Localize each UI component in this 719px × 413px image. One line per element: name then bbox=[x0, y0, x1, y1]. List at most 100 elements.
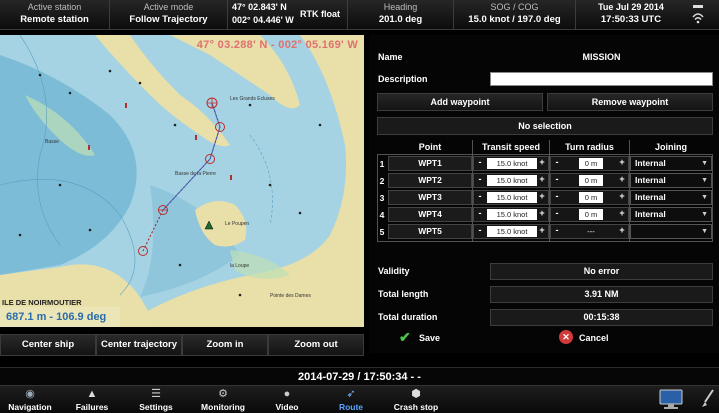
transit-speed-value[interactable]: 15.0 knot bbox=[487, 226, 537, 237]
map-controls: Center ship Center trajectory Zoom in Zo… bbox=[0, 334, 364, 356]
transit-speed-stepper[interactable]: - 15.0 knot + bbox=[473, 156, 549, 171]
waypoint-row[interactable]: 2 WPT2 - 15.0 knot + - 0 m + Internal ▼ bbox=[377, 173, 713, 189]
joining-select[interactable]: Internal ▼ bbox=[630, 190, 712, 205]
decrement-radius-button[interactable]: - bbox=[551, 208, 563, 221]
transit-speed-stepper[interactable]: - 15.0 knot + bbox=[473, 173, 549, 188]
active-mode-label: Active mode bbox=[143, 2, 194, 12]
nav-monitoring[interactable]: ⚙ Monitoring bbox=[192, 386, 254, 413]
status-bar: Active station Remote station Active mod… bbox=[0, 0, 719, 30]
increment-radius-button[interactable]: + bbox=[616, 191, 628, 204]
turn-radius-value[interactable]: 0 m bbox=[579, 158, 603, 169]
increment-speed-button[interactable]: + bbox=[536, 157, 548, 170]
warning-icon: ▲ bbox=[86, 388, 98, 400]
monitor-icon[interactable] bbox=[658, 388, 684, 410]
decrement-radius-button[interactable]: - bbox=[551, 157, 563, 170]
transit-speed-stepper[interactable]: - 15.0 knot + bbox=[473, 224, 549, 239]
nautical-chart[interactable]: Les Grands Ecluses Basse de la Pierre Le… bbox=[0, 35, 364, 327]
center-ship-button[interactable]: Center ship bbox=[0, 334, 96, 356]
joining-select[interactable]: Internal ▼ bbox=[630, 173, 712, 188]
waypoint-index: 2 bbox=[379, 176, 385, 186]
joining-select[interactable]: Internal ▼ bbox=[630, 207, 712, 222]
increment-speed-button[interactable]: + bbox=[536, 174, 548, 187]
validity-value: No error bbox=[490, 263, 713, 280]
route-name-field[interactable]: MISSION bbox=[490, 50, 713, 64]
decrement-radius-button[interactable]: - bbox=[551, 174, 563, 187]
waypoint-row[interactable]: 4 WPT4 - 15.0 knot + - 0 m + Internal ▼ bbox=[377, 207, 713, 223]
nav-video[interactable]: ● Video bbox=[262, 386, 312, 413]
turn-radius-stepper[interactable]: - 0 m + bbox=[550, 173, 629, 188]
total-duration-value: 00:15:38 bbox=[490, 309, 713, 326]
increment-speed-button[interactable]: + bbox=[536, 191, 548, 204]
waypoint-name[interactable]: WPT4 bbox=[388, 207, 472, 222]
nav-navigation[interactable]: ◉ Navigation bbox=[2, 386, 58, 413]
zoom-in-button[interactable]: Zoom in bbox=[182, 334, 268, 356]
joining-select[interactable]: Internal ▼ bbox=[630, 156, 712, 171]
increment-speed-button[interactable]: + bbox=[536, 208, 548, 221]
total-length-value: 3.91 NM bbox=[490, 286, 713, 303]
joining-select[interactable]: ▼ bbox=[630, 224, 712, 239]
turn-radius-value[interactable]: 0 m bbox=[579, 209, 603, 220]
nav-crash-stop[interactable]: ⬢ Crash stop bbox=[386, 386, 446, 413]
active-station-label: Active station bbox=[27, 2, 82, 12]
waypoint-marker-1[interactable] bbox=[206, 97, 218, 109]
transit-speed-value[interactable]: 15.0 knot bbox=[487, 192, 537, 203]
transit-speed-value[interactable]: 15.0 knot bbox=[487, 209, 537, 220]
center-trajectory-button[interactable]: Center trajectory bbox=[96, 334, 182, 356]
waypoint-row[interactable]: 3 WPT3 - 15.0 knot + - 0 m + Internal ▼ bbox=[377, 190, 713, 206]
range-bearing-readout: 687.1 m - 106.9 deg bbox=[6, 311, 107, 323]
decrement-speed-button[interactable]: - bbox=[474, 174, 486, 187]
waypoint-name[interactable]: WPT1 bbox=[388, 156, 472, 171]
waypoint-index: 4 bbox=[379, 210, 385, 220]
close-icon: ✕ bbox=[559, 330, 573, 344]
nav-settings[interactable]: ☰ Settings bbox=[128, 386, 184, 413]
add-waypoint-button[interactable]: Add waypoint bbox=[377, 93, 543, 111]
transit-speed-value[interactable]: 15.0 knot bbox=[487, 175, 537, 186]
increment-radius-button[interactable]: + bbox=[616, 208, 628, 221]
turn-radius-value[interactable]: 0 m bbox=[579, 175, 603, 186]
brush-icon[interactable] bbox=[700, 388, 716, 410]
increment-radius-button[interactable]: + bbox=[616, 225, 628, 238]
decrement-speed-button[interactable]: - bbox=[474, 208, 486, 221]
save-button[interactable]: ✔ Save bbox=[399, 329, 489, 347]
turn-radius-stepper[interactable]: - 0 m + bbox=[550, 190, 629, 205]
transit-speed-value[interactable]: 15.0 knot bbox=[487, 158, 537, 169]
decrement-speed-button[interactable]: - bbox=[474, 157, 486, 170]
waypoint-name[interactable]: WPT2 bbox=[388, 173, 472, 188]
decrement-radius-button[interactable]: - bbox=[551, 191, 563, 204]
joining-value: Internal bbox=[635, 175, 666, 185]
turn-radius-stepper[interactable]: - --- + bbox=[550, 224, 629, 239]
description-label: Description bbox=[378, 74, 428, 84]
decrement-speed-button[interactable]: - bbox=[474, 191, 486, 204]
nav-route[interactable]: ➶ Route bbox=[326, 386, 376, 413]
transit-speed-stepper[interactable]: - 15.0 knot + bbox=[473, 190, 549, 205]
bottom-navigation: ◉ Navigation ▲ Failures ☰ Settings ⚙ Mon… bbox=[0, 385, 719, 413]
turn-radius-stepper[interactable]: - 0 m + bbox=[550, 207, 629, 222]
cancel-button[interactable]: ✕ Cancel bbox=[559, 329, 649, 347]
increment-radius-button[interactable]: + bbox=[616, 174, 628, 187]
transit-speed-stepper[interactable]: - 15.0 knot + bbox=[473, 207, 549, 222]
turn-radius-stepper[interactable]: - 0 m + bbox=[550, 156, 629, 171]
chart-canvas[interactable]: Les Grands Ecluses Basse de la Pierre Le… bbox=[0, 35, 364, 327]
waypoint-name[interactable]: WPT3 bbox=[388, 190, 472, 205]
svg-text:Basse de la Pierre: Basse de la Pierre bbox=[175, 171, 216, 177]
increment-speed-button[interactable]: + bbox=[536, 225, 548, 238]
monitoring-icon: ⚙ bbox=[218, 388, 228, 400]
turn-radius-value[interactable]: 0 m bbox=[579, 192, 603, 203]
decrement-radius-button[interactable]: - bbox=[551, 225, 563, 238]
cursor-coordinates: 47° 03.288' N - 002° 05.169' W bbox=[196, 39, 358, 51]
remove-waypoint-button[interactable]: Remove waypoint bbox=[547, 93, 713, 111]
zoom-out-button[interactable]: Zoom out bbox=[268, 334, 364, 356]
joining-value: Internal bbox=[635, 209, 666, 219]
chevron-down-icon: ▼ bbox=[701, 211, 708, 218]
waypoint-row[interactable]: 1 WPT1 - 15.0 knot + - 0 m + Internal ▼ bbox=[377, 156, 713, 172]
decrement-speed-button[interactable]: - bbox=[474, 225, 486, 238]
waypoint-index: 5 bbox=[379, 227, 385, 237]
waypoint-row[interactable]: 5 WPT5 - 15.0 knot + - --- + ▼ bbox=[377, 224, 713, 240]
waypoint-name[interactable]: WPT5 bbox=[388, 224, 472, 239]
increment-radius-button[interactable]: + bbox=[616, 157, 628, 170]
save-label: Save bbox=[419, 333, 441, 343]
chevron-down-icon: ▼ bbox=[701, 228, 708, 235]
nav-failures[interactable]: ▲ Failures bbox=[64, 386, 120, 413]
column-header-turn-radius: Turn radius bbox=[565, 142, 614, 152]
description-input[interactable] bbox=[490, 72, 713, 86]
